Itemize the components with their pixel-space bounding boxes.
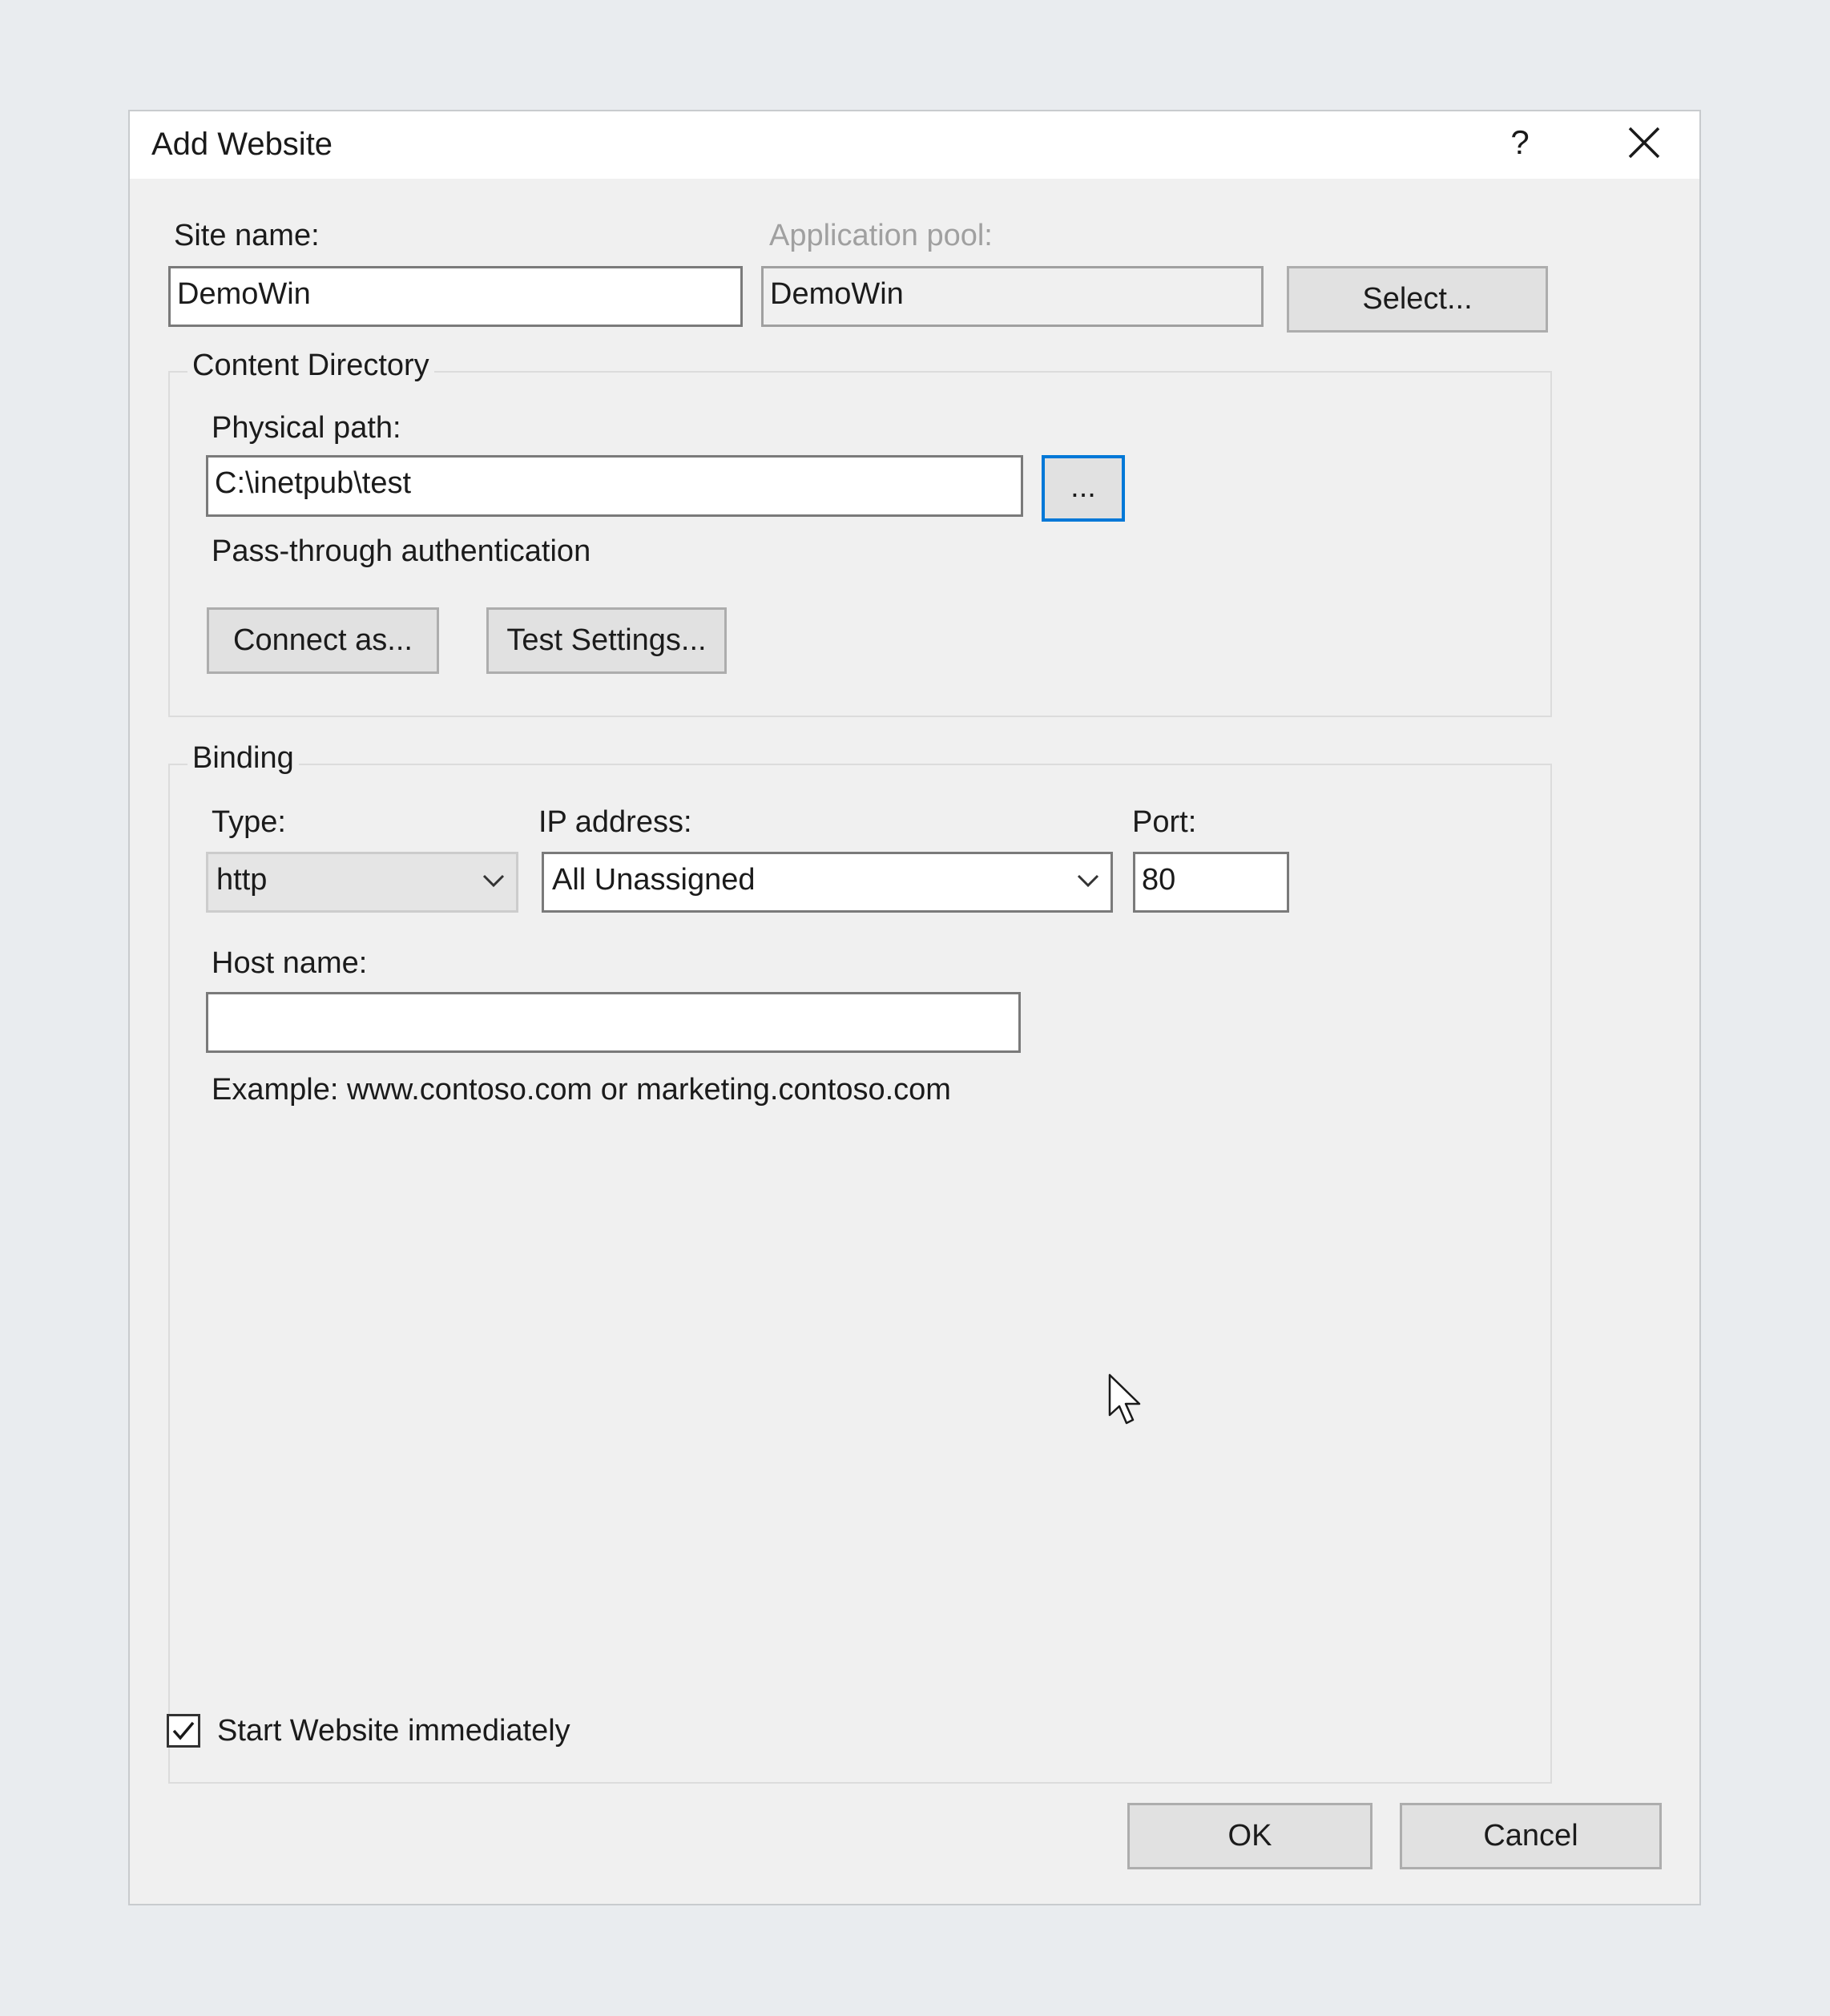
site-name-label: Site name: [174, 219, 320, 252]
host-name-label: Host name: [212, 946, 368, 980]
binding-legend: Binding [187, 740, 299, 776]
browse-path-button[interactable]: ... [1042, 455, 1125, 522]
application-pool-field: DemoWin [761, 266, 1264, 327]
close-icon [1628, 127, 1660, 159]
chevron-down-icon [1077, 874, 1099, 888]
port-input[interactable]: 80 [1133, 852, 1289, 913]
test-settings-button[interactable]: Test Settings... [486, 607, 727, 674]
connect-as-button[interactable]: Connect as... [207, 607, 439, 674]
ip-address-value: All Unassigned [552, 863, 756, 897]
host-name-example: Example: www.contoso.com or marketing.co… [212, 1073, 951, 1107]
chevron-down-icon [482, 874, 505, 888]
type-dropdown[interactable]: http [206, 852, 518, 913]
application-pool-label: Application pool: [769, 219, 993, 252]
port-label: Port: [1132, 805, 1197, 839]
type-dropdown-value: http [216, 863, 268, 897]
type-label: Type: [212, 805, 286, 839]
title-bar: Add Website ? [130, 111, 1699, 179]
dialog-title: Add Website [151, 127, 333, 162]
add-website-dialog: Add Website ? Site name: DemoWin Applica… [128, 110, 1701, 1905]
physical-path-input[interactable]: C:\inetpub\test [206, 455, 1023, 517]
ip-address-dropdown[interactable]: All Unassigned [542, 852, 1113, 913]
mouse-cursor-icon [1108, 1373, 1141, 1425]
physical-path-label: Physical path: [212, 411, 401, 445]
site-name-input[interactable]: DemoWin [168, 266, 743, 327]
pass-through-auth-label: Pass-through authentication [212, 534, 591, 568]
start-website-checkbox[interactable] [167, 1714, 200, 1748]
ok-button[interactable]: OK [1127, 1803, 1372, 1869]
help-button[interactable]: ? [1496, 118, 1544, 167]
checkmark-icon [172, 1721, 195, 1740]
close-button[interactable] [1616, 118, 1672, 167]
binding-group [168, 764, 1552, 1784]
cancel-button[interactable]: Cancel [1400, 1803, 1662, 1869]
start-website-label: Start Website immediately [217, 1714, 570, 1748]
ip-address-label: IP address: [538, 805, 692, 839]
content-directory-legend: Content Directory [187, 347, 434, 384]
select-app-pool-button[interactable]: Select... [1287, 266, 1548, 333]
host-name-input[interactable] [206, 992, 1021, 1053]
